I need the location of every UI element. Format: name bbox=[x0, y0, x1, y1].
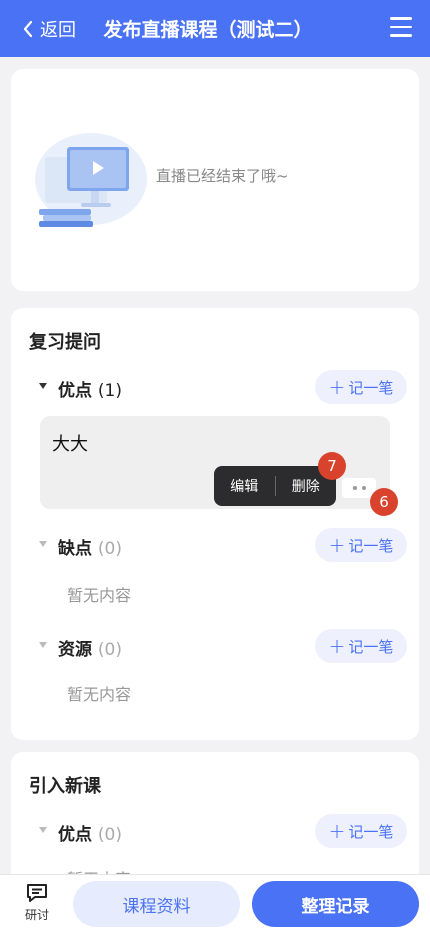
group-row-strengths: 优点 (1) + 记一笔 bbox=[29, 370, 407, 404]
group-row-strengths: 优点 (0) + 记一笔 bbox=[29, 814, 407, 848]
add-note-label: 记一笔 bbox=[348, 822, 394, 841]
review-section-title: 复习提问 bbox=[29, 332, 101, 353]
live-status-card: 直播已经结束了哦~ bbox=[11, 69, 419, 291]
add-note-button[interactable]: + 记一笔 bbox=[315, 528, 407, 562]
new-lesson-section-title: 引入新课 bbox=[29, 776, 101, 797]
add-note-label: 记一笔 bbox=[348, 536, 394, 555]
note-action-popup: 编辑 删除 bbox=[214, 466, 336, 506]
note-item[interactable]: 大大 编辑 删除 7 6 bbox=[40, 416, 398, 516]
note-text: 大大 bbox=[52, 434, 88, 455]
plus-icon: + bbox=[328, 634, 346, 658]
course-materials-button[interactable]: 课程资料 bbox=[73, 881, 240, 927]
group-count-strengths: (0) bbox=[97, 825, 123, 845]
organize-notes-button[interactable]: 整理记录 bbox=[252, 881, 419, 927]
group-label-strengths: 优点 bbox=[58, 381, 92, 401]
review-section-card: 复习提问 优点 (1) + 记一笔 大大 编辑 删除 7 6 缺点 (0) + … bbox=[11, 308, 419, 740]
page-title: 发布直播课程（测试二） bbox=[103, 19, 313, 41]
step-badge: 7 bbox=[318, 452, 346, 480]
bottom-action-bar: 研讨 课程资料 整理记录 bbox=[0, 874, 430, 932]
add-note-button[interactable]: + 记一笔 bbox=[315, 370, 407, 404]
group-row-weaknesses: 缺点 (0) + 记一笔 bbox=[29, 528, 407, 562]
caret-down-icon[interactable] bbox=[39, 541, 47, 547]
add-note-label: 记一笔 bbox=[348, 637, 394, 656]
group-count-strengths: (1) bbox=[97, 381, 123, 401]
discuss-button[interactable]: 研讨 bbox=[20, 883, 54, 923]
caret-down-icon[interactable] bbox=[39, 642, 47, 648]
caret-down-icon[interactable] bbox=[39, 827, 47, 833]
caret-down-icon[interactable] bbox=[39, 383, 47, 389]
live-ended-text: 直播已经结束了哦~ bbox=[156, 167, 289, 185]
discuss-icon bbox=[27, 884, 47, 902]
step-badge: 6 bbox=[370, 488, 398, 516]
group-count-resources: (0) bbox=[97, 640, 123, 660]
plus-icon: + bbox=[328, 819, 346, 843]
header-bar: 返回 发布直播课程（测试二） bbox=[0, 0, 430, 57]
empty-placeholder: 暂无内容 bbox=[67, 685, 132, 704]
plus-icon: + bbox=[328, 375, 346, 399]
group-label-resources: 资源 bbox=[58, 640, 92, 660]
add-note-label: 记一笔 bbox=[348, 378, 394, 397]
group-label-strengths: 优点 bbox=[58, 825, 92, 845]
live-ended-illustration bbox=[35, 133, 147, 227]
group-count-weaknesses: (0) bbox=[97, 539, 123, 559]
add-note-button[interactable]: + 记一笔 bbox=[315, 629, 407, 663]
group-row-resources: 资源 (0) + 记一笔 bbox=[29, 629, 407, 663]
plus-icon: + bbox=[328, 533, 346, 557]
menu-icon[interactable] bbox=[390, 17, 412, 37]
empty-placeholder: 暂无内容 bbox=[67, 586, 132, 605]
group-label-weaknesses: 缺点 bbox=[58, 539, 92, 559]
edit-button[interactable]: 编辑 bbox=[214, 476, 275, 496]
add-note-button[interactable]: + 记一笔 bbox=[315, 814, 407, 848]
discuss-label: 研讨 bbox=[24, 908, 49, 922]
